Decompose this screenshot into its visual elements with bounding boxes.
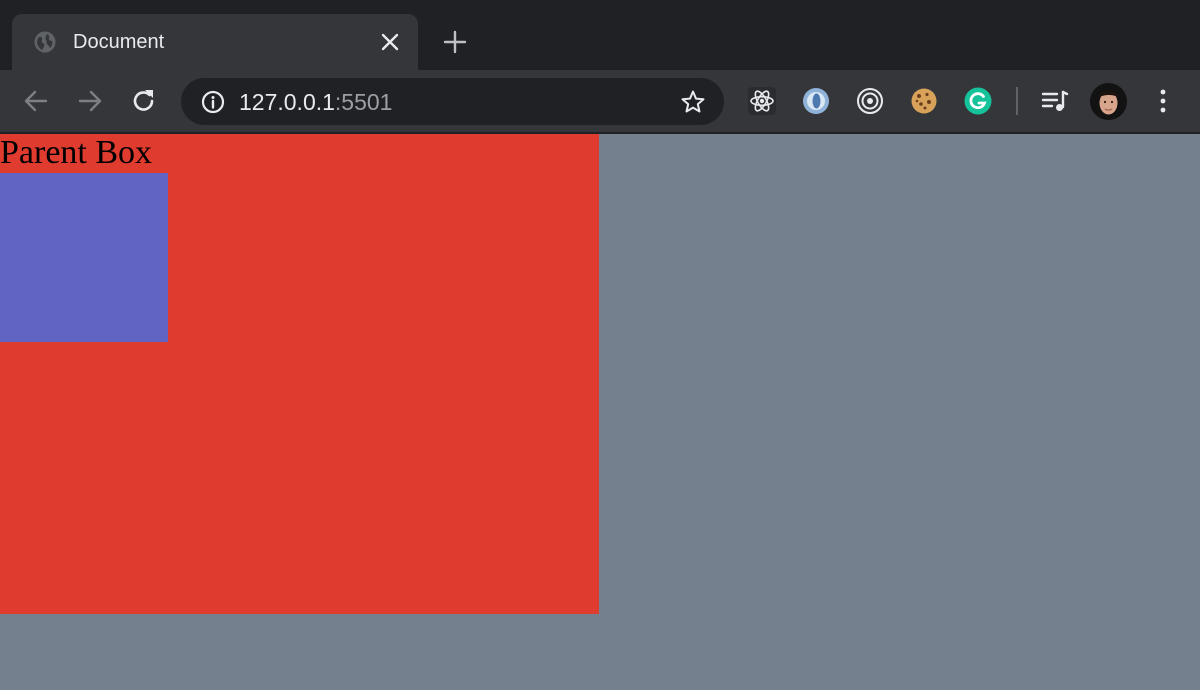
parent-box-label: Parent Box [0,134,153,171]
url-host: 127.0.0.1 [239,89,335,115]
tab-strip: Document [0,0,1200,70]
page-viewport: Parent Box [0,134,1200,690]
address-bar[interactable]: 127.0.0.1:5501 [181,78,724,125]
vue-devtools-icon[interactable] [801,86,831,116]
close-icon[interactable] [380,32,400,52]
url-text: 127.0.0.1:5501 [239,88,392,116]
parent-box: Parent Box [0,134,599,614]
toolbar: 127.0.0.1:5501 [0,70,1200,133]
url-port: :5501 [334,89,393,115]
avatar[interactable] [1090,83,1127,120]
media-playlist-icon[interactable] [1040,86,1070,116]
star-icon[interactable] [680,89,706,115]
tab-document[interactable]: Document [12,14,418,70]
tab-title: Document [73,31,165,53]
cookie-icon[interactable] [909,86,939,116]
more-menu-icon[interactable] [1148,86,1178,116]
react-devtools-icon[interactable] [747,86,777,116]
target-icon[interactable] [855,86,885,116]
reload-icon[interactable] [129,86,159,116]
child-box [0,173,168,342]
forward-arrow-icon[interactable] [75,86,105,116]
grammarly-icon[interactable] [963,86,993,116]
back-arrow-icon[interactable] [21,86,51,116]
new-tab-icon[interactable] [443,30,467,54]
info-icon[interactable] [201,90,225,114]
toolbar-separator [1016,87,1018,115]
globe-icon [34,31,56,53]
